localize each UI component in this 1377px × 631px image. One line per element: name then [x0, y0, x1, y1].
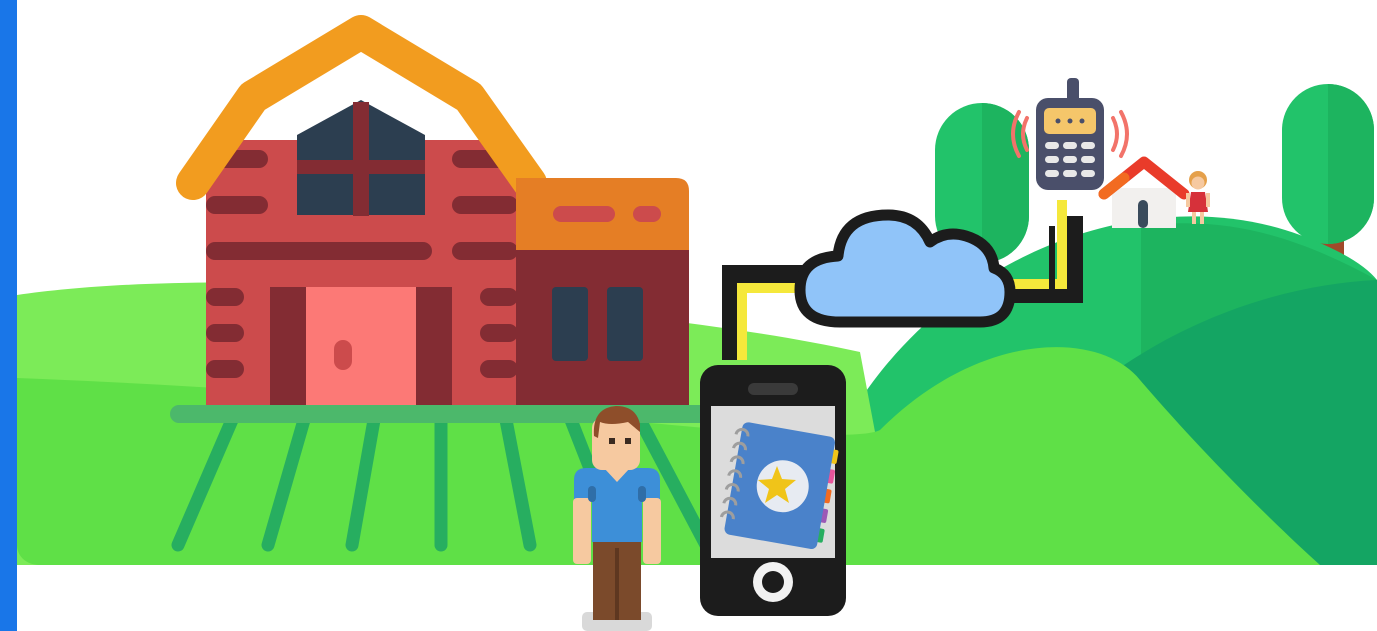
house-icon [1098, 156, 1190, 228]
shed-icon [516, 178, 689, 412]
walkie-talkie-icon [1036, 78, 1104, 190]
girl-person-icon [1186, 171, 1210, 224]
barn-icon [206, 100, 518, 412]
illustration-scene [17, 15, 1377, 631]
